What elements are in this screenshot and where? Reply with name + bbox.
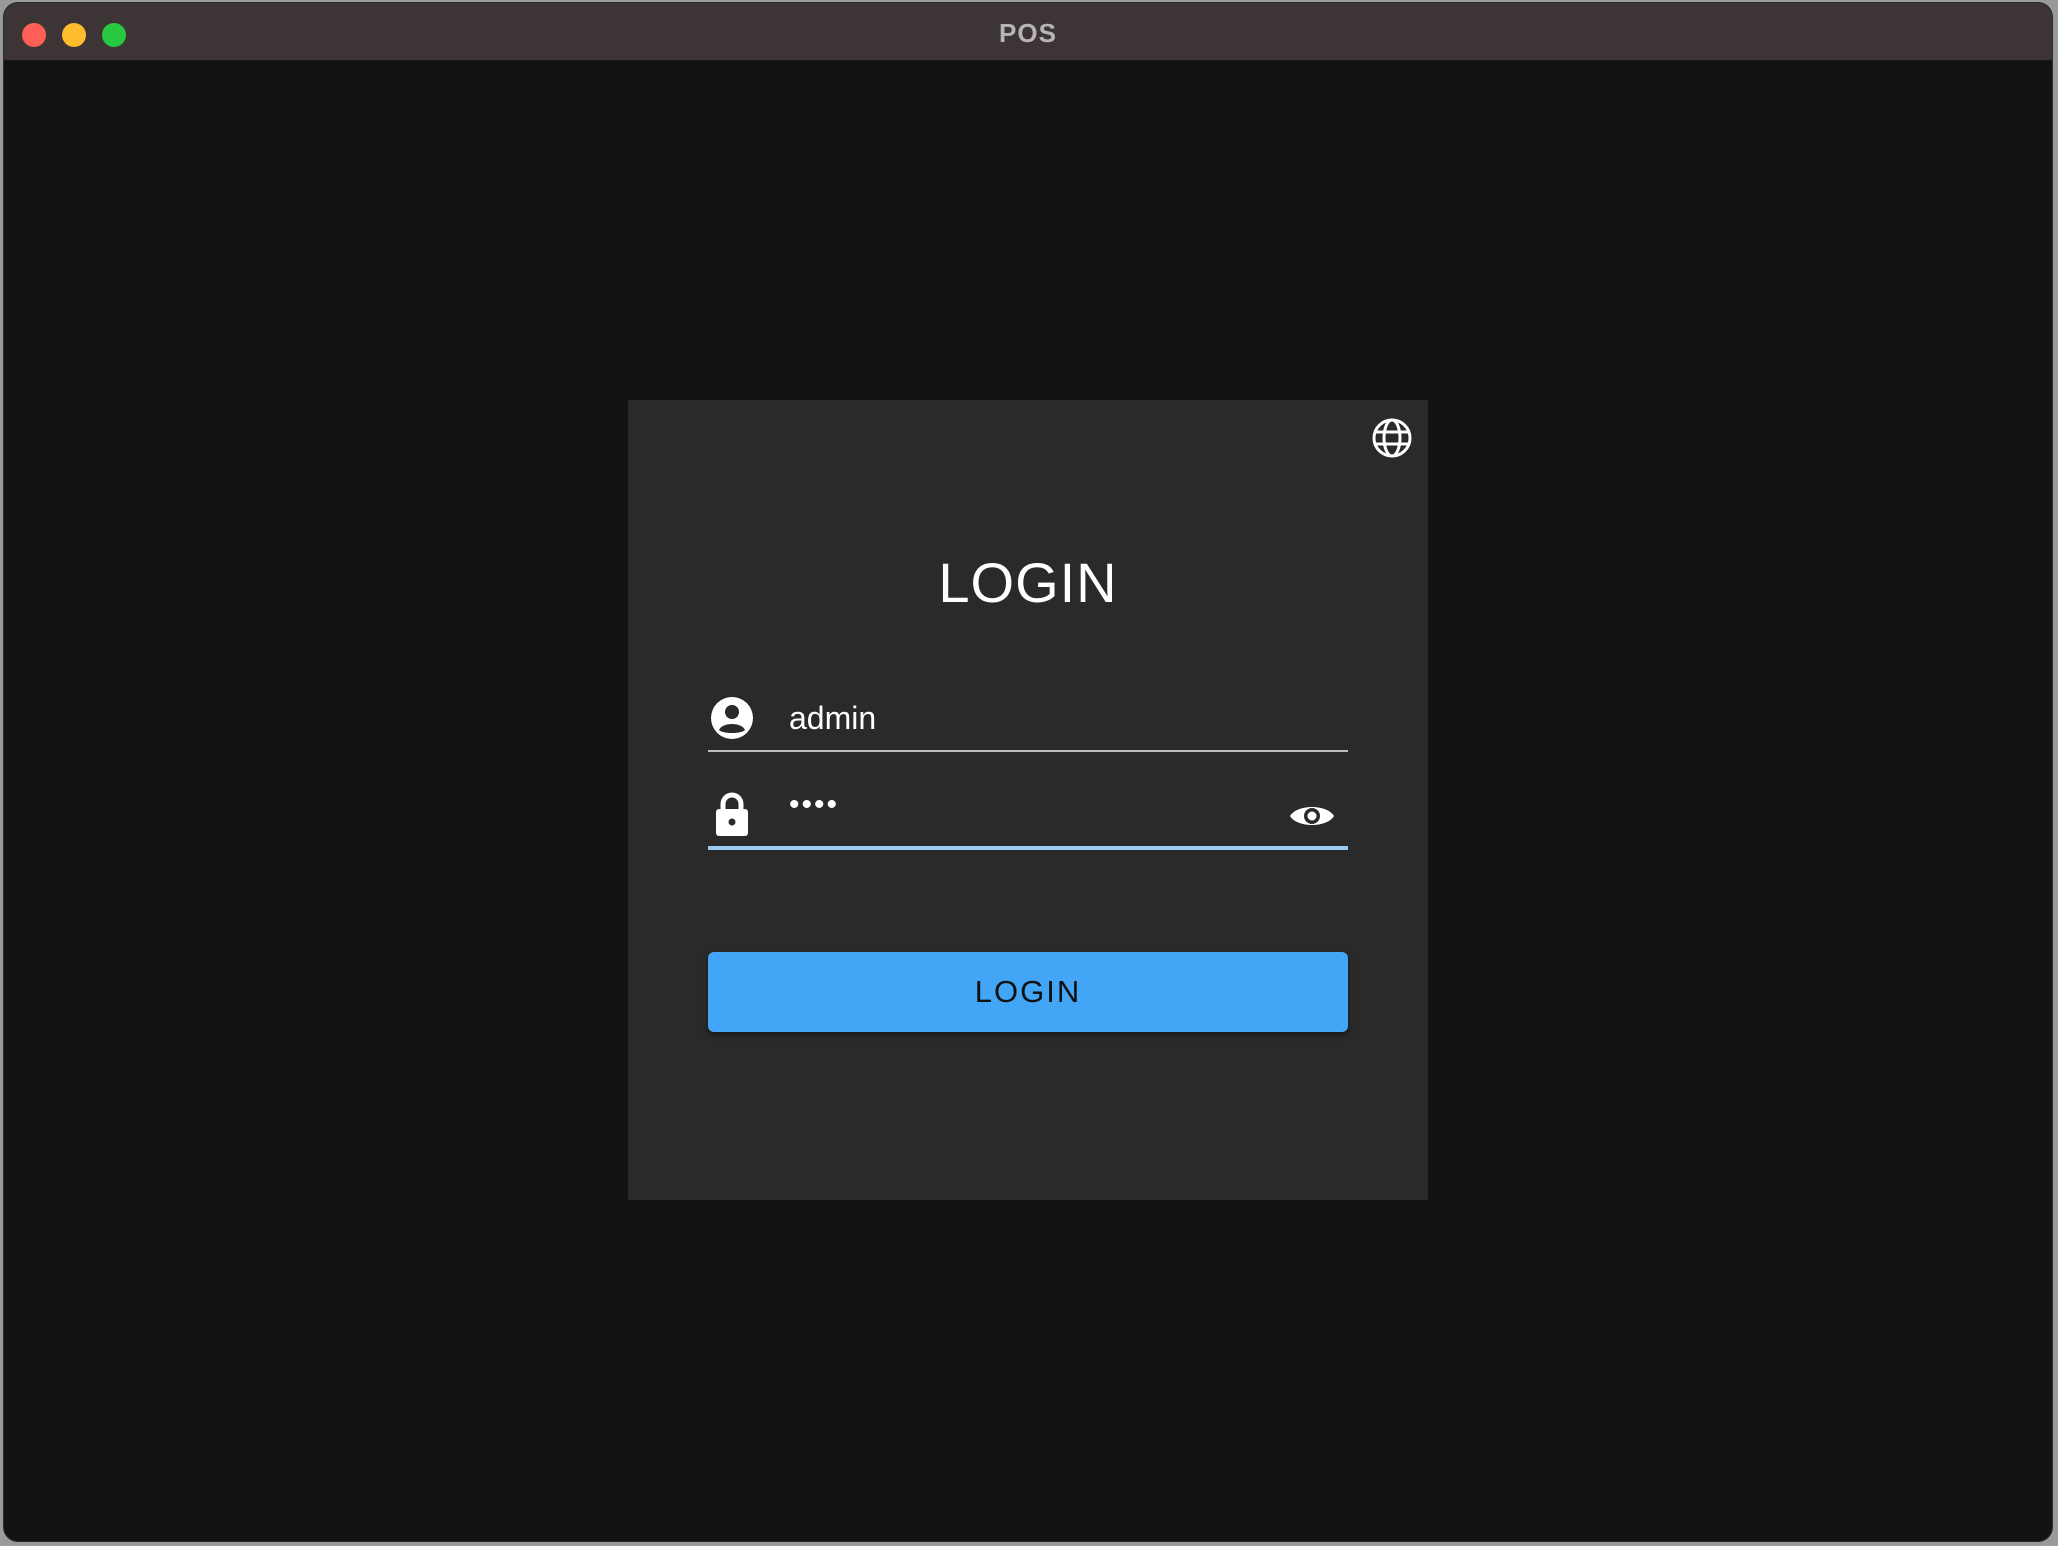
globe-icon bbox=[1371, 417, 1413, 464]
lock-icon bbox=[708, 790, 756, 838]
toggle-password-visibility-button[interactable] bbox=[1290, 796, 1334, 840]
language-button[interactable] bbox=[1370, 418, 1414, 462]
username-value: admin bbox=[789, 700, 877, 736]
login-button[interactable]: LOGIN bbox=[708, 952, 1348, 1032]
login-card: LOGIN admin •••• LOGIN bbox=[628, 400, 1428, 1200]
username-field[interactable]: admin bbox=[708, 690, 1348, 752]
account-circle-icon bbox=[708, 694, 756, 742]
password-value: •••• bbox=[789, 788, 840, 821]
eye-icon bbox=[1289, 801, 1335, 836]
title-bar[interactable]: POS bbox=[4, 3, 2052, 61]
login-title: LOGIN bbox=[938, 551, 1118, 614]
password-field[interactable]: •••• bbox=[708, 786, 1348, 850]
window-title: POS bbox=[999, 18, 1057, 48]
app-window: POS LOGIN admin •••• LOGIN bbox=[4, 3, 2052, 1541]
